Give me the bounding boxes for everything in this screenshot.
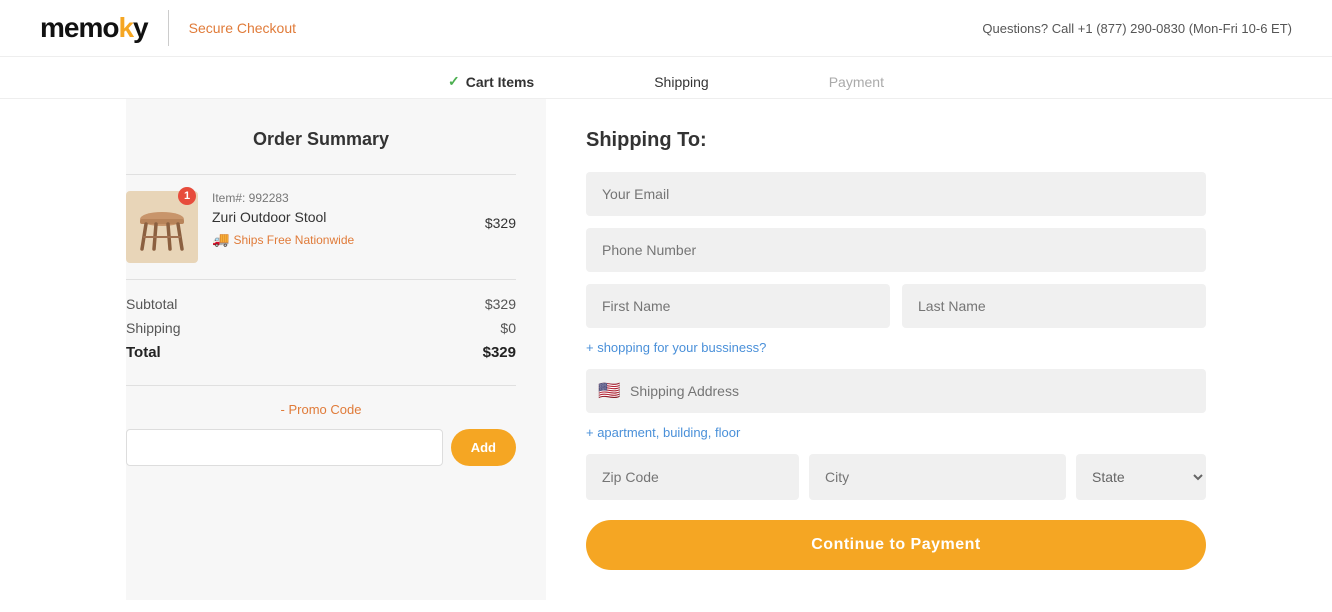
promo-section: - Promo Code Add: [126, 386, 516, 482]
address-field-wrapper: 🇺🇸: [586, 369, 1206, 413]
item-badge: 1: [178, 187, 196, 205]
email-field[interactable]: [586, 172, 1206, 216]
step-cart-label: Cart Items: [466, 74, 534, 90]
continue-button[interactable]: Continue to Payment: [586, 520, 1206, 570]
stool-illustration: [132, 197, 192, 257]
step-cart-items[interactable]: ✓ Cart Items: [448, 73, 534, 90]
promo-input-row: Add: [126, 429, 516, 466]
business-link[interactable]: + shopping for your bussiness?: [586, 340, 1206, 355]
shipping-free-label: Ships Free Nationwide: [233, 233, 354, 247]
shipping-cost-value: $0: [500, 320, 516, 336]
shipping-cost-label: Shipping: [126, 320, 181, 336]
zip-city-state-row: StateALAKAZARCACOCTDEFLGAHIIDILINIAKSKYL…: [586, 454, 1206, 500]
apartment-link[interactable]: + apartment, building, floor: [586, 425, 1206, 440]
promo-toggle[interactable]: - Promo Code: [126, 402, 516, 417]
us-flag-icon: 🇺🇸: [598, 381, 620, 402]
subtotal-row: Subtotal $329: [126, 296, 516, 312]
item-name: Zuri Outdoor Stool: [212, 209, 471, 225]
order-summary-panel: Order Summary 1 I: [126, 99, 546, 600]
totals-section: Subtotal $329 Shipping $0 Total $329: [126, 280, 516, 386]
promo-code-input[interactable]: [126, 429, 443, 466]
steps-nav: ✓ Cart Items Shipping Payment: [0, 57, 1332, 99]
item-details: Item#: 992283 Zuri Outdoor Stool 🚚 Ships…: [212, 191, 471, 248]
promo-add-button[interactable]: Add: [451, 429, 516, 466]
state-select[interactable]: StateALAKAZARCACOCTDEFLGAHIIDILINIAKSKYL…: [1076, 454, 1206, 500]
item-number: Item#: 992283: [212, 191, 471, 205]
name-row: [586, 284, 1206, 328]
subtotal-label: Subtotal: [126, 296, 177, 312]
item-shipping: 🚚 Ships Free Nationwide: [212, 231, 471, 248]
header-divider: [168, 10, 169, 46]
first-name-field[interactable]: [586, 284, 890, 328]
step-payment-label: Payment: [829, 74, 884, 90]
step-check-icon: ✓: [448, 73, 460, 90]
total-label: Total: [126, 344, 161, 361]
truck-icon: 🚚: [212, 231, 229, 248]
logo-dot: k: [118, 12, 133, 43]
shipping-panel: Shipping To: + shopping for your bussine…: [546, 99, 1206, 600]
order-summary-title: Order Summary: [126, 129, 516, 150]
shipping-title: Shipping To:: [586, 129, 1206, 152]
header: memoky Secure Checkout Questions? Call +…: [0, 0, 1332, 57]
zip-code-field[interactable]: [586, 454, 799, 500]
phone-field[interactable]: [586, 228, 1206, 272]
logo: memoky: [40, 12, 148, 44]
secure-checkout-link[interactable]: Secure Checkout: [189, 20, 296, 36]
step-shipping[interactable]: Shipping: [654, 73, 709, 90]
shipping-address-field[interactable]: [586, 369, 1206, 413]
step-shipping-label: Shipping: [654, 74, 709, 90]
city-field[interactable]: [809, 454, 1066, 500]
step-payment: Payment: [829, 73, 884, 90]
last-name-field[interactable]: [902, 284, 1206, 328]
header-left: memoky Secure Checkout: [40, 10, 296, 46]
main-content: Order Summary 1 I: [66, 99, 1266, 600]
shipping-row: Shipping $0: [126, 320, 516, 336]
cart-item: 1 Item#: 992283 Zuri Outdo: [126, 174, 516, 280]
total-row: Total $329: [126, 344, 516, 361]
subtotal-value: $329: [485, 296, 516, 312]
total-value: $329: [483, 344, 516, 361]
support-text: Questions? Call +1 (877) 290-0830 (Mon-F…: [982, 21, 1292, 36]
item-price: $329: [485, 215, 516, 231]
